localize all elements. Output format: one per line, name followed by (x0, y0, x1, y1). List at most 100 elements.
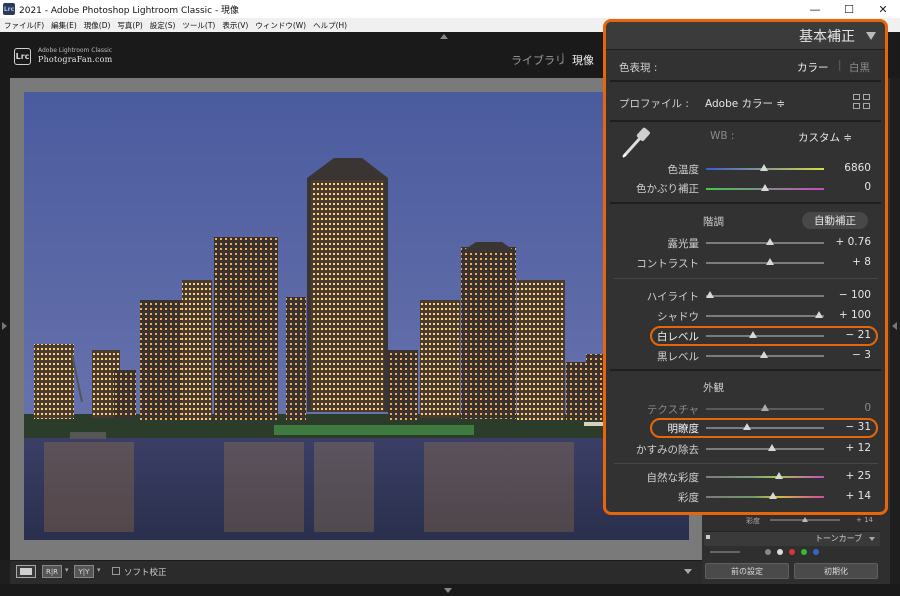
night-skyline-photo (24, 92, 689, 540)
tone-curve-channel-rgb-icon (777, 549, 783, 555)
photo-preview[interactable] (24, 92, 689, 540)
divider (610, 120, 881, 122)
menu-develop[interactable]: 現像(D) (84, 20, 111, 31)
whites-slider-track[interactable] (706, 335, 824, 337)
tint-value[interactable]: 0 (864, 181, 871, 193)
profile-label: プロファイル : (619, 98, 689, 110)
menu-tools[interactable]: ツール(T) (182, 20, 215, 31)
vibrance-slider-track[interactable] (706, 476, 824, 478)
previous-settings-button[interactable]: 前の設定 (705, 563, 789, 579)
exposure-label: 露光量 (667, 238, 700, 250)
under-saturation-thumb[interactable] (802, 517, 808, 522)
treatment-label: 色表現 : (619, 62, 658, 74)
tint-label: 色かぶり補正 (636, 183, 699, 195)
collapse-top-arrow-icon[interactable] (440, 34, 448, 39)
tone-curve-expand-icon[interactable] (869, 537, 875, 541)
temp-slider-thumb[interactable] (759, 164, 768, 171)
loupe-view-button[interactable] (16, 565, 36, 578)
saturation-label: 彩度 (678, 492, 699, 504)
collapse-panel-icon[interactable] (866, 32, 876, 40)
module-develop[interactable]: 現像 (572, 52, 594, 68)
shadows-value[interactable]: + 100 (839, 309, 871, 321)
before-after-button-left-right[interactable]: R|R (42, 565, 62, 578)
expand-filmstrip-arrow-icon[interactable] (444, 588, 452, 593)
subdivider (614, 463, 878, 464)
menu-file[interactable]: ファイル(F) (4, 20, 44, 31)
tone-curve-panel-switch-icon[interactable] (706, 535, 710, 539)
highlights-slider-track[interactable] (706, 295, 824, 297)
tone-curve-title: トーンカーブ (815, 534, 863, 543)
highlights-slider-thumb[interactable] (705, 291, 714, 298)
tone-curve-channel-point-icon (765, 549, 771, 555)
menu-settings[interactable]: 設定(S) (150, 20, 176, 31)
dehaze-slider-track[interactable] (706, 448, 824, 450)
soft-proof-checkbox[interactable] (112, 567, 120, 575)
toolbar-content-dropdown-icon[interactable] (684, 569, 692, 574)
texture-value[interactable]: 0 (864, 402, 871, 414)
vibrance-value[interactable]: + 25 (846, 470, 872, 482)
under-saturation-value[interactable]: + 14 (856, 516, 873, 524)
wb-eyedropper-icon[interactable] (618, 124, 652, 160)
treatment-color-option[interactable]: カラー (797, 60, 829, 75)
divider (610, 202, 881, 204)
menu-window[interactable]: ウィンドウ(W) (255, 20, 306, 31)
close-button[interactable]: ✕ (866, 0, 900, 18)
window-title: 2021 - Adobe Photoshop Lightroom Classic… (19, 5, 240, 16)
dehaze-slider-thumb[interactable] (768, 444, 777, 451)
blacks-slider-thumb[interactable] (759, 351, 768, 358)
tone-curve-channel-green-icon (801, 549, 807, 555)
whites-value[interactable]: − 21 (846, 329, 872, 341)
lrc-logo: Lrc (14, 48, 31, 65)
profile-browser-grid-icon[interactable] (853, 94, 871, 110)
wb-label: WB : (710, 130, 735, 142)
module-separator: | (561, 51, 565, 64)
basic-panel-title: 基本補正 (799, 29, 855, 45)
saturation-value[interactable]: + 14 (846, 490, 872, 502)
reset-button[interactable]: 初期化 (794, 563, 878, 579)
module-library[interactable]: ライブラリ (511, 52, 566, 68)
basic-panel-header[interactable]: 基本補正 (606, 22, 885, 50)
minimize-button[interactable]: — (798, 0, 832, 18)
menu-edit[interactable]: 編集(E) (51, 20, 77, 31)
tint-slider-thumb[interactable] (761, 184, 769, 191)
highlights-value[interactable]: − 100 (839, 289, 871, 301)
maximize-button[interactable]: ☐ (832, 0, 866, 18)
saturation-slider-thumb[interactable] (769, 492, 778, 499)
before-after-button-top-bottom[interactable]: Y|Y (74, 565, 94, 578)
temp-value[interactable]: 6860 (844, 162, 871, 174)
texture-slider-thumb[interactable] (761, 404, 769, 411)
window-controls: — ☐ ✕ (798, 0, 900, 18)
temp-label: 色温度 (667, 164, 700, 176)
dehaze-label: かすみの除去 (636, 444, 699, 456)
profile-select[interactable]: Adobe カラー ≑ (705, 96, 785, 111)
lightroom-window: Lrc 2021 - Adobe Photoshop Lightroom Cla… (0, 0, 900, 596)
contrast-slider-thumb[interactable] (765, 258, 774, 265)
wb-select[interactable]: カスタム ≑ (798, 130, 852, 145)
brand-subtitle: Adobe Lightroom Classic (38, 47, 113, 54)
menu-help[interactable]: ヘルプ(H) (313, 20, 347, 31)
before-after-dropdown-1[interactable]: ▾ (65, 566, 69, 574)
expand-left-arrow-icon[interactable] (2, 322, 7, 330)
clarity-slider-thumb[interactable] (743, 423, 752, 430)
clarity-value[interactable]: − 31 (846, 421, 872, 433)
vibrance-slider-thumb[interactable] (775, 472, 784, 479)
blacks-value[interactable]: − 3 (852, 349, 871, 361)
treatment-separator: | (838, 59, 842, 71)
whites-slider-thumb[interactable] (749, 331, 758, 338)
collapse-right-arrow-icon[interactable] (892, 322, 897, 330)
before-after-dropdown-2[interactable]: ▾ (97, 566, 101, 574)
menu-view[interactable]: 表示(V) (222, 20, 248, 31)
divider (610, 80, 881, 82)
auto-tone-button[interactable]: 自動補正 (802, 212, 868, 229)
brand-name: PhotograFan.com (38, 55, 113, 64)
saturation-slider-track[interactable] (706, 496, 824, 498)
contrast-value[interactable]: + 8 (852, 256, 871, 268)
exposure-slider-thumb[interactable] (765, 238, 774, 245)
dehaze-value[interactable]: + 12 (846, 442, 872, 454)
treatment-bw-option[interactable]: 白黒 (849, 60, 870, 75)
exposure-value[interactable]: + 0.76 (835, 236, 871, 248)
shadows-slider-track[interactable] (706, 315, 824, 317)
menu-photo[interactable]: 写真(P) (117, 20, 142, 31)
shadows-slider-thumb[interactable] (815, 311, 824, 318)
clarity-slider-track[interactable] (706, 427, 824, 429)
